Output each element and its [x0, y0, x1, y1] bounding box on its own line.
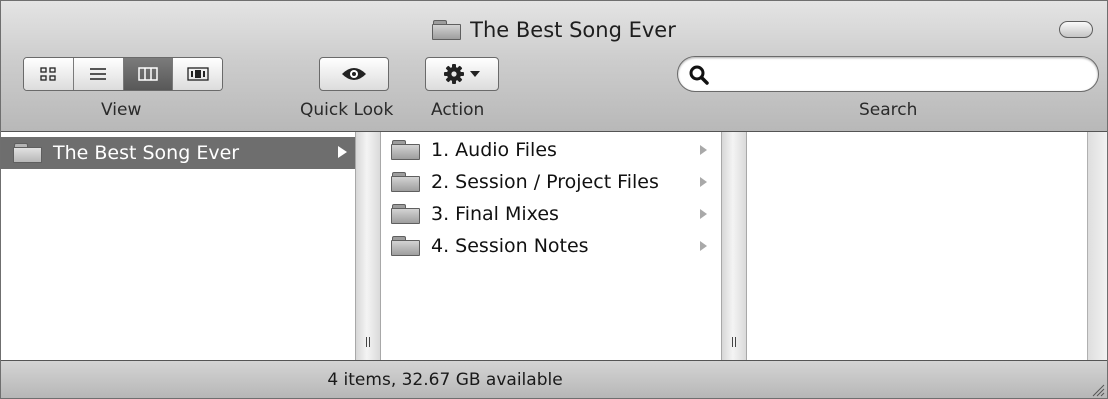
disclosure-arrow-icon: [700, 209, 707, 219]
list-item-label: 2. Session / Project Files: [431, 171, 659, 193]
view-mode-selector: [23, 57, 223, 91]
list-item-label: 1. Audio Files: [431, 139, 557, 161]
list-item-label: 4. Session Notes: [431, 235, 589, 257]
column-browser: The Best Song Ever 1. Audio Files 2. Ses…: [1, 132, 1107, 360]
column-1[interactable]: The Best Song Ever: [1, 132, 355, 360]
search-icon: [688, 64, 710, 90]
finder-window: The Best Song Ever View Quick Look Actio…: [0, 0, 1108, 399]
gear-icon: [444, 64, 464, 84]
column-3[interactable]: [747, 132, 1087, 360]
toolbar-toggle-button[interactable]: [1059, 21, 1093, 38]
disclosure-arrow-icon: [700, 241, 707, 251]
icon-view-button[interactable]: [24, 58, 74, 90]
folder-icon: [391, 235, 421, 257]
list-view-button[interactable]: [73, 58, 124, 90]
grip-icon: [356, 337, 380, 350]
status-bar: 4 items, 32.67 GB available: [1, 360, 1107, 398]
icon-grid-icon: [40, 67, 57, 81]
status-text: 4 items, 32.67 GB available: [327, 370, 563, 390]
quick-look-button[interactable]: [319, 57, 389, 91]
list-item-label: 3. Final Mixes: [431, 203, 559, 225]
folder-icon: [391, 139, 421, 161]
column-resize-handle[interactable]: [721, 132, 747, 360]
eye-icon: [342, 68, 366, 80]
resize-grip-icon[interactable]: [1089, 381, 1105, 397]
list-item-label: The Best Song Ever: [53, 142, 240, 164]
column-scroll-edge: [1087, 132, 1107, 360]
folder-icon: [391, 171, 421, 193]
disclosure-arrow-icon: [700, 145, 707, 155]
columns-icon: [138, 67, 158, 81]
view-label: View: [101, 100, 142, 120]
window-title: The Best Song Ever: [1, 15, 1107, 45]
window-title-text: The Best Song Ever: [470, 18, 676, 42]
list-item[interactable]: 4. Session Notes: [391, 231, 713, 261]
disclosure-arrow-icon: [700, 177, 707, 187]
folder-icon: [391, 203, 421, 225]
search-label: Search: [859, 100, 918, 120]
folder-icon: [432, 19, 462, 41]
grip-icon: [722, 337, 746, 350]
list-item[interactable]: 1. Audio Files: [391, 135, 713, 165]
quick-look-label: Quick Look: [300, 100, 394, 120]
column-resize-handle[interactable]: [355, 132, 381, 360]
disclosure-arrow-icon: [338, 146, 347, 158]
list-item[interactable]: 3. Final Mixes: [391, 199, 713, 229]
column-2[interactable]: 1. Audio Files 2. Session / Project File…: [381, 132, 721, 360]
list-item[interactable]: 2. Session / Project Files: [391, 167, 713, 197]
coverflow-icon: [186, 67, 209, 81]
list-item[interactable]: The Best Song Ever: [1, 137, 355, 169]
search-field[interactable]: [677, 56, 1099, 92]
column-view-button[interactable]: [123, 58, 174, 90]
toolbar: The Best Song Ever View Quick Look Actio…: [1, 1, 1107, 132]
search-input[interactable]: [716, 62, 1080, 86]
action-label: Action: [431, 100, 485, 120]
coverflow-view-button[interactable]: [173, 58, 222, 90]
action-button[interactable]: [425, 57, 499, 91]
chevron-down-icon: [470, 71, 480, 77]
folder-icon: [13, 142, 43, 164]
list-lines-icon: [90, 68, 107, 80]
